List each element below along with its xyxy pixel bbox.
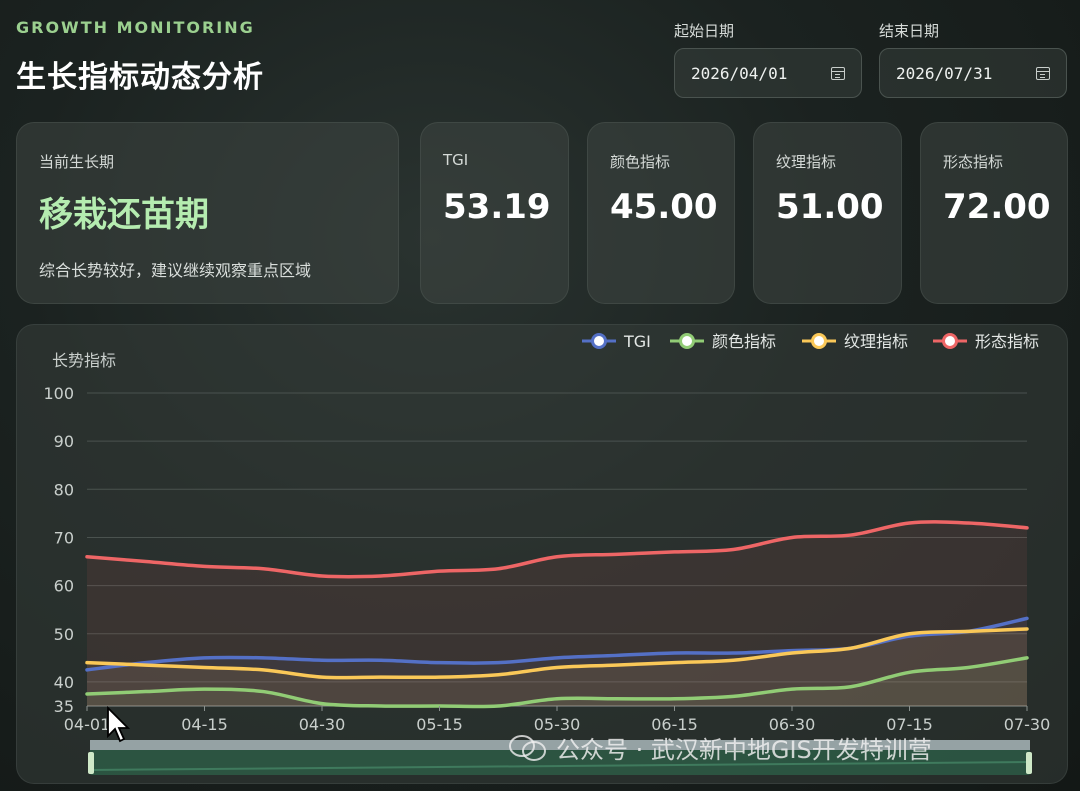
legend-item[interactable]: TGI: [582, 332, 651, 351]
y-tick-label: 40: [54, 673, 74, 692]
legend-label: 纹理指标: [844, 332, 908, 351]
y-tick-label: 35: [54, 697, 74, 716]
zoom-handle-right[interactable]: [1026, 752, 1032, 774]
legend-item[interactable]: 颜色指标: [670, 332, 776, 351]
y-tick-label: 50: [54, 625, 74, 644]
y-tick-label: 80: [54, 480, 74, 499]
zoom-handle-left[interactable]: [88, 752, 94, 774]
legend-item[interactable]: 纹理指标: [802, 332, 908, 351]
legend-marker: [942, 333, 958, 349]
legend-marker: [679, 333, 695, 349]
legend-marker: [811, 333, 827, 349]
legend-label: 形态指标: [975, 332, 1039, 351]
legend-item[interactable]: 形态指标: [933, 332, 1039, 351]
x-tick-label: 04-01: [64, 715, 111, 734]
watermark: 公众号 · 武汉新中地GIS开发特训营: [508, 730, 932, 765]
legend-label: TGI: [623, 332, 651, 351]
x-tick-label: 05-15: [416, 715, 463, 734]
y-tick-label: 100: [43, 384, 74, 403]
x-tick-label: 04-15: [181, 715, 228, 734]
growth-line-chart: 35405060708090100 04-01 04-15 04-30 05-15 05…: [43, 332, 1051, 775]
mouse-cursor-icon: [107, 706, 130, 743]
y-tick-label: 90: [54, 432, 74, 451]
x-tick-label: 04-30: [299, 715, 346, 734]
y-tick-label: 70: [54, 528, 74, 547]
legend-marker: [591, 333, 607, 349]
wechat-icon: [509, 734, 546, 761]
watermark-text: 公众号 · 武汉新中地GIS开发特训营: [556, 736, 932, 764]
legend-label: 颜色指标: [712, 332, 776, 351]
x-tick-label: 07-30: [1004, 715, 1051, 734]
y-tick-label: 60: [54, 577, 74, 596]
y-axis-label: 长势指标: [52, 351, 116, 370]
